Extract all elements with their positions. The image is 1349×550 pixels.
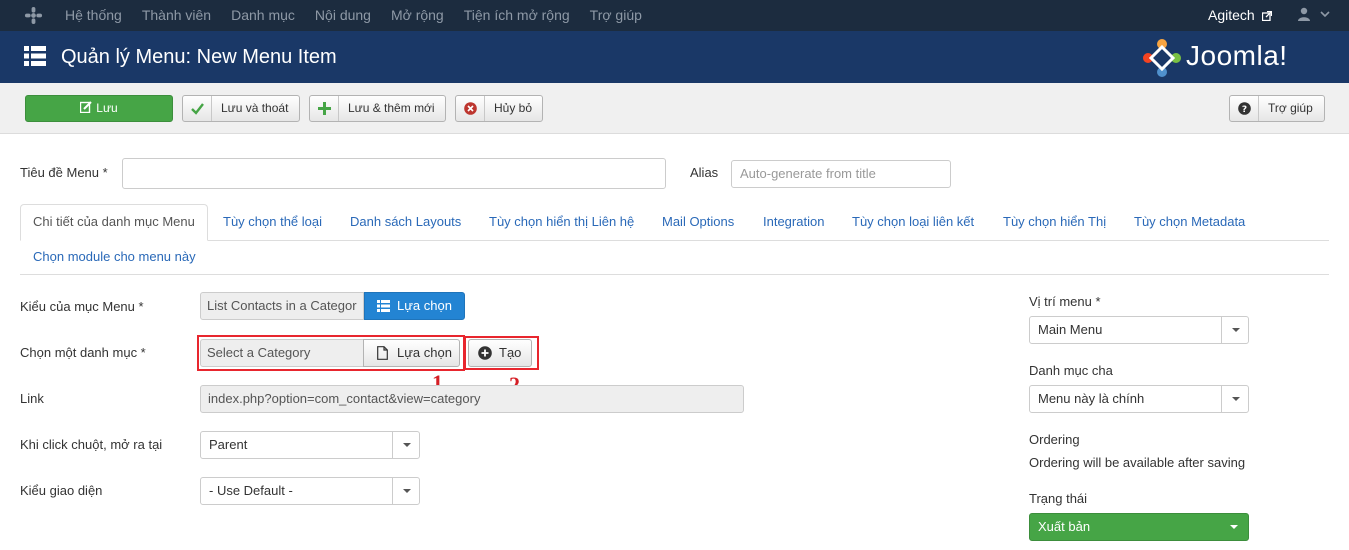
top-menu-item[interactable]: Nội dung xyxy=(305,0,381,31)
svg-text:?: ? xyxy=(1242,105,1247,115)
list-icon xyxy=(24,46,46,66)
menu-position-label: Vị trí menu * xyxy=(1029,294,1101,309)
tab-details[interactable]: Chi tiết của danh mục Menu xyxy=(33,214,195,229)
tab-contact-display[interactable]: Tùy chọn hiển thị Liên hệ xyxy=(489,214,634,229)
chevron-down-icon[interactable] xyxy=(1320,9,1330,19)
tab-integration[interactable]: Integration xyxy=(763,214,824,229)
external-link-icon xyxy=(1261,11,1272,21)
help-button[interactable]: ? Trợ giúp xyxy=(1229,95,1325,122)
tab-mail-options[interactable]: Mail Options xyxy=(662,214,734,229)
chevron-down-icon xyxy=(392,432,419,458)
help-label: Trợ giúp xyxy=(1268,101,1313,115)
alias-input[interactable]: Auto-generate from title xyxy=(731,160,951,188)
top-menu-item[interactable]: Hệ thống xyxy=(55,0,132,31)
alias-label: Alias xyxy=(690,165,719,180)
tab-link-type[interactable]: Tùy chọn loại liên kết xyxy=(852,214,974,229)
check-icon xyxy=(191,103,204,115)
tab-metadata[interactable]: Tùy chọn Metadata xyxy=(1134,214,1245,229)
save-close-button[interactable]: Lưu và thoát xyxy=(182,95,300,122)
parent-item-value: Menu này là chính xyxy=(1038,391,1145,406)
annotation-box-2 xyxy=(464,336,539,370)
top-menu-item[interactable]: Mở rộng xyxy=(381,0,454,31)
ordering-label: Ordering xyxy=(1029,432,1080,447)
menu-type-select-label: Lựa chọn xyxy=(397,298,452,313)
joomla-logo-icon[interactable] xyxy=(24,6,43,25)
top-menu-item[interactable]: Trợ giúp xyxy=(580,0,652,31)
save-new-button[interactable]: Lưu & thêm mới xyxy=(309,95,446,122)
site-name: Agitech xyxy=(1208,7,1255,23)
save-label: Lưu xyxy=(96,101,118,115)
menu-type-label: Kiểu của mục Menu * xyxy=(20,299,144,314)
annotation-box-1 xyxy=(197,335,465,371)
chevron-down-icon xyxy=(392,478,419,504)
template-style-select[interactable]: - Use Default - xyxy=(200,477,420,505)
joomla-brand-icon xyxy=(1143,39,1181,77)
tab-category-options[interactable]: Tùy chọn thể loại xyxy=(223,214,322,229)
menu-title-input[interactable] xyxy=(122,158,666,189)
tab-page-display[interactable]: Tùy chọn hiển Thị xyxy=(1003,214,1106,229)
parent-item-label: Danh mục cha xyxy=(1029,363,1113,378)
status-label: Trạng thái xyxy=(1029,491,1088,506)
brand-name: Joomla! xyxy=(1186,40,1288,71)
top-menu-item[interactable]: Danh mục xyxy=(221,0,305,31)
menu-position-value: Main Menu xyxy=(1038,322,1103,337)
plus-icon xyxy=(318,102,331,115)
target-window-select[interactable]: Parent xyxy=(200,431,420,459)
status-select[interactable]: Xuất bản xyxy=(1029,513,1249,541)
title-bar: Quản lý Menu: New Menu Item Joomla! xyxy=(0,31,1349,83)
list-icon xyxy=(377,300,390,312)
tab-list-layouts[interactable]: Danh sách Layouts xyxy=(350,214,461,229)
link-label: Link xyxy=(20,391,44,406)
cancel-button[interactable]: Hủy bỏ xyxy=(455,95,543,122)
save-new-label: Lưu & thêm mới xyxy=(348,101,435,115)
user-icon[interactable] xyxy=(1297,7,1311,21)
top-menu-item[interactable]: Thành viên xyxy=(132,0,221,31)
toolbar: Lưu Lưu và thoát Lưu & thêm mới Hủy bỏ ?… xyxy=(0,83,1349,134)
top-menu-item[interactable]: Tiện ích mở rộng xyxy=(454,0,580,31)
tabs-divider xyxy=(20,240,1329,241)
chevron-down-icon xyxy=(1221,386,1248,412)
parent-item-select[interactable]: Menu này là chính xyxy=(1029,385,1249,413)
alias-placeholder: Auto-generate from title xyxy=(740,166,876,181)
save-close-label: Lưu và thoát xyxy=(221,101,289,115)
status-value: Xuất bản xyxy=(1038,519,1091,534)
target-window-value: Parent xyxy=(209,437,248,452)
menu-type-field: List Contacts in a Categor xyxy=(200,292,364,320)
top-navbar: Hệ thống Thành viên Danh mục Nội dung Mở… xyxy=(0,0,1349,31)
template-style-value: - Use Default - xyxy=(209,483,293,498)
menu-type-select-button[interactable]: Lựa chọn xyxy=(364,292,465,320)
cancel-icon xyxy=(464,102,477,115)
save-button[interactable]: Lưu xyxy=(25,95,173,122)
edit-icon xyxy=(80,101,93,114)
site-link[interactable]: Agitech xyxy=(1208,0,1272,31)
page-title: Quản lý Menu: New Menu Item xyxy=(61,46,337,68)
ordering-text: Ordering will be available after saving xyxy=(1029,455,1246,470)
top-menu: Hệ thống Thành viên Danh mục Nội dung Mở… xyxy=(55,0,652,31)
link-field: index.php?option=com_contact&view=catego… xyxy=(200,385,744,413)
template-style-label: Kiểu giao diện xyxy=(20,483,103,498)
menu-title-label: Tiêu đề Menu * xyxy=(20,165,108,180)
question-icon: ? xyxy=(1238,102,1251,115)
tabs-divider-2 xyxy=(20,274,1329,275)
menu-position-select[interactable]: Main Menu xyxy=(1029,316,1249,344)
target-window-label: Khi click chuột, mở ra tại xyxy=(20,437,163,452)
cancel-label: Hủy bỏ xyxy=(494,101,533,115)
chevron-down-icon xyxy=(1221,317,1248,343)
category-label: Chọn một danh mục * xyxy=(20,345,146,360)
tab-module-assignment[interactable]: Chọn module cho menu này xyxy=(33,249,196,264)
